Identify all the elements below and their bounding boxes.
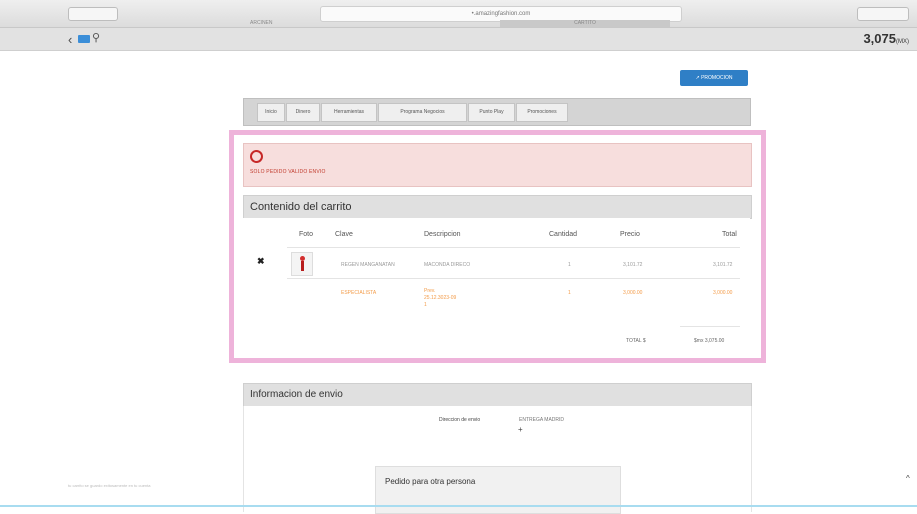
nav-tab-programa[interactable]: Programa Negocios (378, 103, 467, 122)
browser-actions[interactable] (857, 7, 909, 21)
cart-amount-unit: (MX) (896, 39, 909, 45)
back-icon[interactable]: ‹ (68, 32, 72, 47)
nav-tab-promociones[interactable]: Promociones (516, 103, 568, 122)
shipping-title: Informacion de envio (243, 383, 752, 407)
search-icon[interactable]: ⚲ (92, 31, 100, 44)
site-header: ‹ ⚲ 3,075(MX) (0, 28, 917, 51)
nav-tab-dinero[interactable]: Dinero (286, 103, 320, 122)
cart-amount-value: 3,075 (863, 31, 896, 46)
browser-toolbar: •.amazingfashion.com ARCINEN CARTITO (0, 0, 917, 28)
promo-button[interactable]: ↗ PROMOCION (680, 70, 748, 86)
nav-tab-herramientas[interactable]: Herramientas (321, 103, 377, 122)
cart-amount[interactable]: 3,075(MX) (863, 31, 909, 46)
window-controls[interactable] (68, 7, 118, 21)
nav-tab-punto-play[interactable]: Punto Play (468, 103, 515, 122)
cart-highlight-box (229, 130, 766, 363)
shipping-address-label: Direccion de envio (439, 417, 481, 423)
site-logo[interactable] (78, 35, 90, 43)
chevron-up-icon[interactable]: ^ (906, 474, 910, 483)
status-text: tu carrito se guardo exitosamente en tu … (68, 483, 151, 488)
plus-icon[interactable]: + (518, 425, 523, 434)
nav-tab-inicio[interactable]: Inicio (257, 103, 285, 122)
main-nav: Inicio Dinero Herramientas Programa Nego… (243, 98, 751, 126)
tab-left[interactable]: ARCINEN (250, 20, 273, 26)
other-person-label: Pedido para otra persona (385, 477, 476, 486)
bottom-divider (0, 505, 917, 507)
shipping-address-select[interactable]: ENTREGA MADRID (519, 417, 564, 423)
tab-right[interactable]: CARTITO (500, 20, 670, 27)
